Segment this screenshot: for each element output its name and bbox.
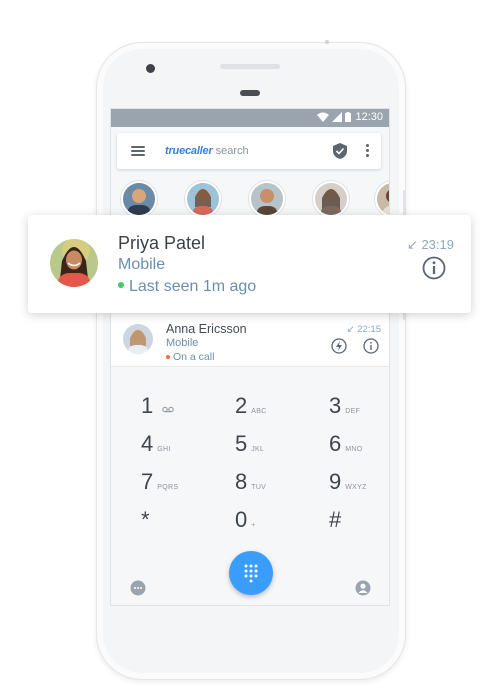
key-digit: 1 (141, 393, 154, 418)
signal-icon (332, 112, 342, 122)
key-digit: 9 (329, 469, 342, 494)
key-digit: 3 (329, 393, 342, 418)
busy-dot (166, 355, 170, 360)
contact-avatar[interactable] (313, 181, 349, 217)
wifi-icon (317, 112, 329, 122)
dialpad-key-1[interactable]: 1 (141, 393, 221, 423)
contact-avatar[interactable] (375, 181, 390, 217)
key-digit: 5 (235, 431, 248, 456)
dialpad-key-5[interactable]: 5 JKL (235, 431, 315, 461)
frequent-contacts (121, 181, 390, 217)
status-icons (317, 112, 351, 122)
contact-avatar[interactable] (185, 181, 221, 217)
caller-number-type: Mobile (118, 256, 166, 273)
key-digit: 4 (141, 431, 154, 456)
contact-status: On a call (166, 351, 214, 363)
flash-icon[interactable] (331, 338, 347, 354)
search-bar[interactable]: truecaller search (117, 133, 381, 169)
search-placeholder[interactable]: truecaller search (165, 145, 249, 157)
caller-call-time: ↙ 23:19 (407, 237, 454, 253)
front-camera (146, 64, 155, 73)
caller-name: Priya Patel (118, 233, 206, 253)
key-letters: + (251, 522, 256, 529)
key-letters: PQRS (157, 484, 179, 491)
info-icon[interactable] (363, 338, 379, 354)
caller-status: Last seen 1m ago (118, 278, 256, 296)
battery-icon (345, 112, 351, 122)
caller-status-text: Last seen 1m ago (129, 278, 257, 295)
chat-icon[interactable] (130, 580, 146, 596)
voicemail-icon (162, 406, 174, 413)
call-time: ↙ 22:15 (347, 324, 381, 335)
status-bar: 12:30 (111, 109, 389, 127)
key-digit: 6 (329, 431, 342, 456)
key-letters: DEF (345, 408, 361, 415)
shield-icon[interactable] (332, 142, 348, 160)
info-icon[interactable] (422, 256, 446, 280)
key-letters: ABC (251, 408, 267, 415)
key-digit: 8 (235, 469, 248, 494)
dialpad-fab-button[interactable] (229, 551, 273, 595)
dialpad-key-9[interactable]: 9 WXYZ (329, 469, 389, 499)
more-icon[interactable] (366, 144, 370, 159)
dialpad-icon (244, 564, 258, 583)
call-time-text: 22:15 (357, 324, 381, 335)
dialpad-key-8[interactable]: 8 TUV (235, 469, 315, 499)
key-letters: TUV (251, 484, 267, 491)
search-label: search (215, 145, 249, 157)
caller-call-time-text: 23:19 (421, 237, 454, 252)
missed-call-icon: ↙ (406, 237, 422, 252)
phone-screen: 12:30 truecaller search Anna Ericsson Mo… (110, 108, 390, 606)
key-digit: # (329, 507, 342, 532)
dialpad-key-6[interactable]: 6 MNO (329, 431, 389, 461)
key-digit: 7 (141, 469, 154, 494)
sensor-dot (325, 40, 329, 44)
caller-avatar (50, 239, 98, 287)
key-digit: * (141, 507, 150, 532)
earpiece-speaker (220, 64, 280, 69)
dialpad-key-4[interactable]: 4 GHI (141, 431, 221, 461)
dialpad-key-7[interactable]: 7 PQRS (141, 469, 221, 499)
dialpad-key-3[interactable]: 3 DEF (329, 393, 389, 423)
incoming-call-icon: ↙ (346, 324, 358, 335)
contact-status-text: On a call (173, 351, 215, 363)
dialpad-key-hash[interactable]: # (329, 507, 389, 537)
contact-avatar (123, 324, 153, 354)
contact-avatar[interactable] (121, 181, 157, 217)
key-letters: JKL (251, 446, 265, 453)
menu-icon[interactable] (131, 146, 145, 156)
profile-icon[interactable] (355, 580, 371, 596)
contact-avatar[interactable] (249, 181, 285, 217)
dialpad-key-0[interactable]: 0 + (235, 507, 315, 537)
key-digit: 0 (235, 507, 248, 532)
key-digit: 2 (235, 393, 248, 418)
online-dot (118, 281, 124, 288)
brand-logo-text: truecaller (165, 145, 213, 157)
call-log-row[interactable]: Anna Ericsson Mobile On a call ↙ 22:15 (111, 314, 389, 367)
dialpad-key-star[interactable]: * (141, 507, 221, 537)
contact-number-type: Mobile (166, 337, 199, 349)
proximity-sensor (240, 90, 260, 96)
caller-card[interactable]: Priya Patel Mobile Last seen 1m ago ↙ 23… (28, 215, 471, 313)
dialpad-key-2[interactable]: 2 ABC (235, 393, 315, 423)
key-letters: WXYZ (345, 484, 367, 491)
key-letters: GHI (157, 446, 171, 453)
status-time: 12:30 (355, 111, 383, 123)
key-letters: MNO (345, 446, 363, 453)
contact-name: Anna Ericsson (166, 322, 247, 336)
